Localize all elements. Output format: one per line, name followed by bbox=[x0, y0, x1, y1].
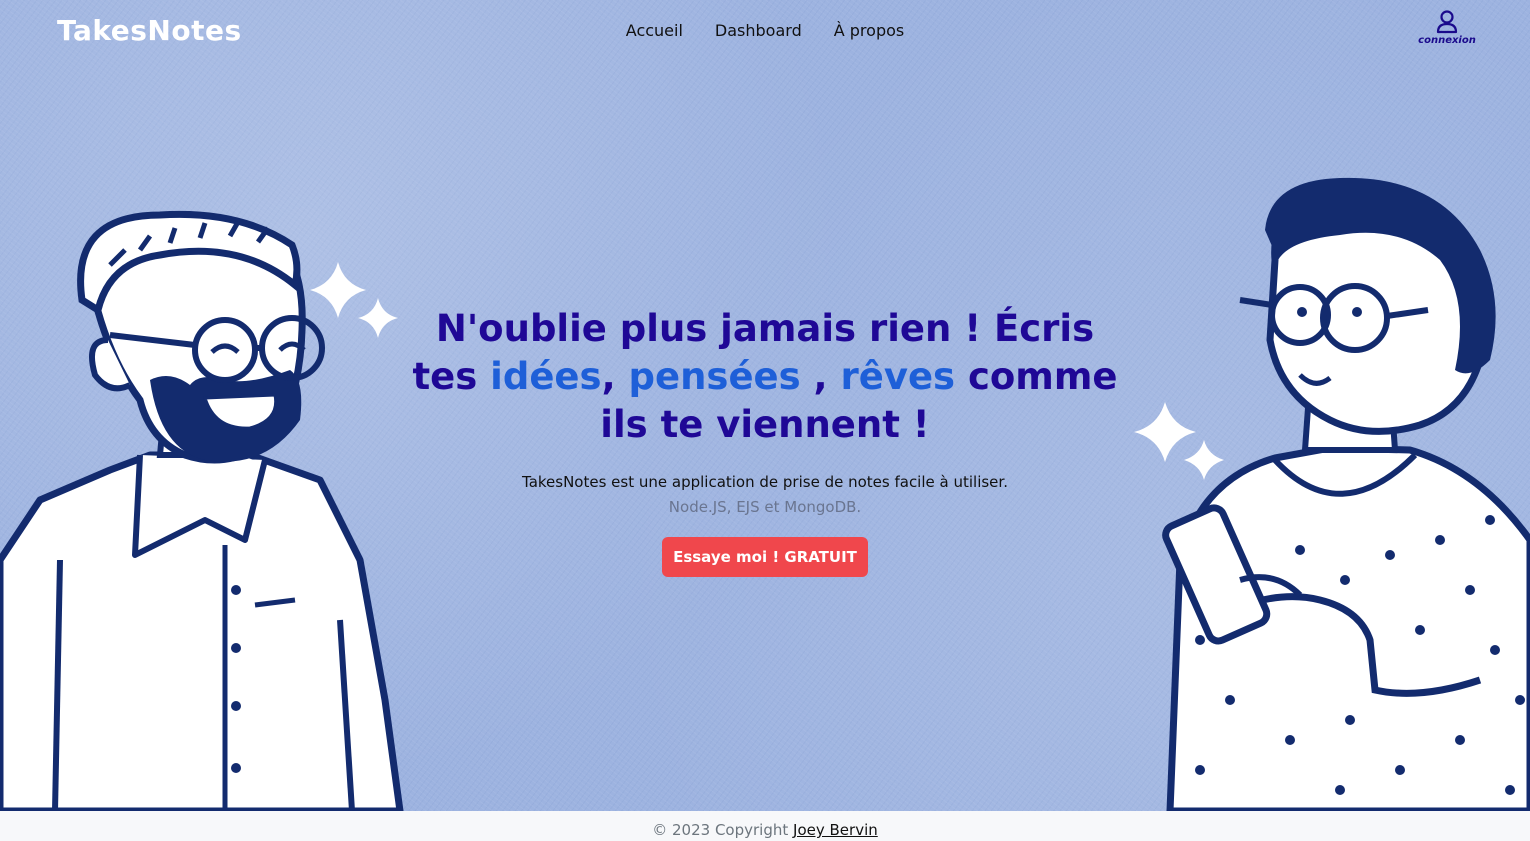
nav-item-accueil[interactable]: Accueil bbox=[626, 21, 683, 40]
user-icon bbox=[1436, 10, 1458, 34]
headline-sep2: , bbox=[800, 355, 841, 398]
headline-sep1: , bbox=[601, 355, 629, 398]
highlight-reves: rêves bbox=[840, 355, 956, 398]
hero-subtitle: TakesNotes est une application de prise … bbox=[522, 473, 1008, 491]
highlight-pensees: pensées bbox=[628, 355, 801, 398]
hero-section: TakesNotes Accueil Dashboard À propos co… bbox=[0, 0, 1530, 811]
connexion-link[interactable]: connexion bbox=[1418, 10, 1476, 46]
hero-tech-stack: Node.JS, EJS et MongoDB. bbox=[668, 498, 862, 516]
nav-item-dashboard[interactable]: Dashboard bbox=[715, 21, 802, 40]
highlight-idees: idées bbox=[490, 355, 602, 398]
author-link[interactable]: Joey Bervin bbox=[793, 821, 878, 839]
copyright-text: © 2023 Copyright bbox=[652, 821, 789, 839]
hero-headline: N'oublie plus jamais rien ! Écris tes id… bbox=[400, 305, 1130, 449]
main-nav: Accueil Dashboard À propos bbox=[0, 21, 1530, 40]
connexion-label: connexion bbox=[1418, 35, 1476, 46]
nav-item-a-propos[interactable]: À propos bbox=[834, 21, 904, 40]
footer: © 2023 Copyright Joey Bervin bbox=[0, 811, 1530, 841]
try-free-button[interactable]: Essaye moi ! GRATUIT bbox=[662, 537, 868, 577]
